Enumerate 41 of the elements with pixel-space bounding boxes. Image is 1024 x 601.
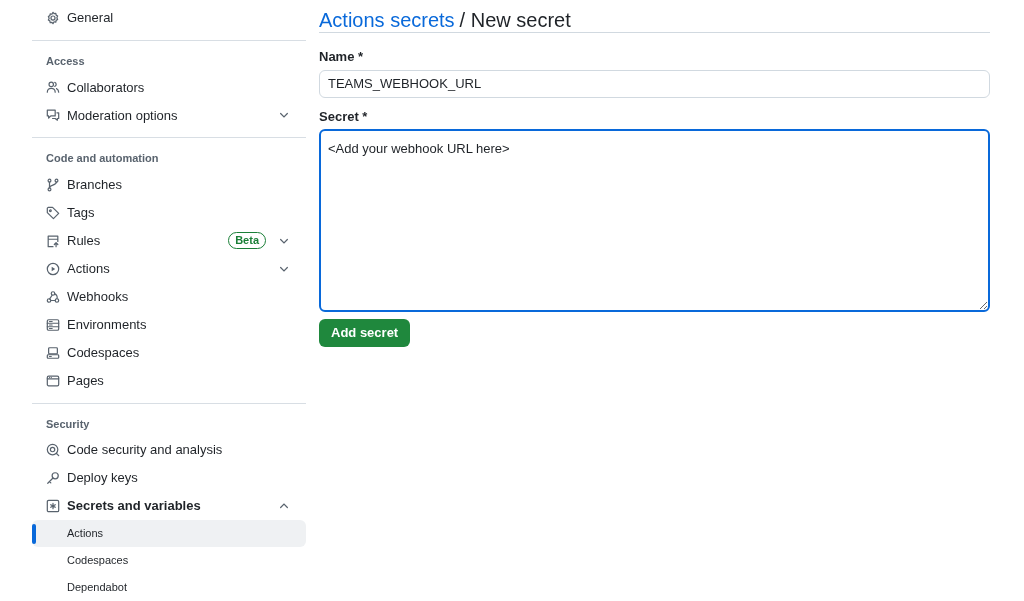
sidebar-subitem[interactable]: Dependabot	[32, 574, 306, 601]
asterisk-box-icon	[46, 499, 60, 513]
branch-icon	[46, 177, 60, 192]
sidebar-item[interactable]: Actions	[32, 254, 306, 283]
add-secret-button[interactable]: Add secret	[319, 319, 411, 347]
laptop-icon	[46, 345, 60, 360]
sidebar-item[interactable]: Branches	[32, 170, 306, 199]
page-title: / New secret	[459, 8, 571, 33]
gear-icon	[46, 11, 60, 25]
section-heading: Security	[45, 416, 91, 432]
sidebar-item[interactable]: Rules Beta	[32, 226, 306, 255]
speech-bubbles-icon	[46, 108, 60, 123]
sidebar-item[interactable]: Collaborators	[32, 73, 306, 102]
sidebar-item[interactable]: Moderation options	[32, 101, 306, 130]
browser-icon	[46, 373, 60, 388]
section-heading: Access	[45, 53, 86, 69]
selected-indicator	[32, 524, 36, 544]
sidebar-item[interactable]: Environments	[32, 310, 306, 339]
ruleset-icon	[46, 233, 60, 248]
name-input[interactable]: TEAMS_WEBHOOK_URL	[319, 69, 990, 98]
secret-textarea[interactable]: <Add your webhook URL here>	[319, 129, 990, 312]
sidebar-subitem[interactable]: Codespaces	[32, 547, 306, 574]
key-icon	[46, 471, 60, 485]
play-circle-icon	[46, 261, 60, 276]
sidebar-item[interactable]: Secrets and variables	[32, 492, 306, 520]
field-label: Name *	[319, 48, 365, 66]
sidebar-item[interactable]: General	[32, 4, 306, 32]
webhook-icon	[46, 289, 60, 304]
breadcrumb-link[interactable]: Actions secrets	[319, 5, 455, 35]
field-label: Secret *	[319, 107, 369, 126]
sidebar-item[interactable]: Code security and analysis	[32, 436, 306, 464]
server-icon	[46, 317, 60, 332]
sidebar-item[interactable]: Codespaces	[32, 338, 306, 367]
section-heading: Code and automation	[45, 151, 160, 167]
sidebar-item[interactable]: Pages	[32, 366, 306, 395]
sidebar-item[interactable]: Tags	[32, 198, 306, 227]
people-icon	[46, 80, 60, 95]
sidebar-subitem[interactable]: Actions	[32, 520, 306, 547]
sidebar-item[interactable]: Deploy keys	[32, 464, 306, 492]
tag-icon	[46, 205, 60, 220]
sidebar-item[interactable]: Webhooks	[32, 282, 306, 311]
